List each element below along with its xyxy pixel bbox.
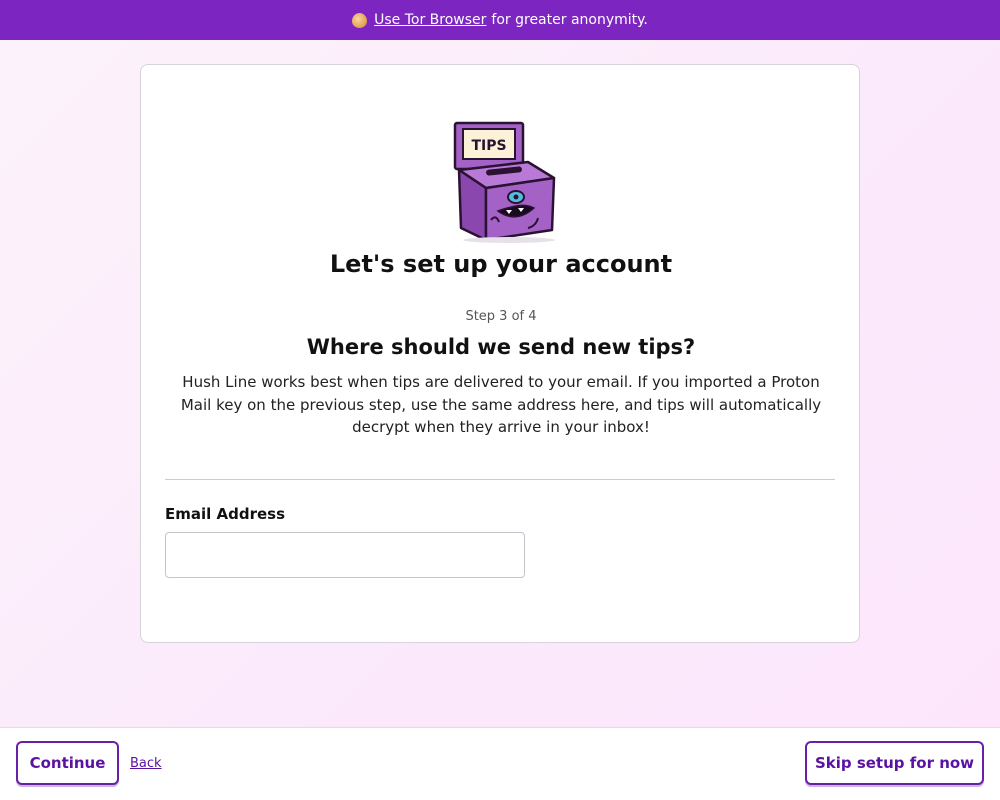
email-label: Email Address [165,505,286,523]
section-heading: Where should we send new tips? [306,335,696,359]
skip-setup-button[interactable]: Skip setup for now [805,741,984,785]
continue-button[interactable]: Continue [16,741,119,785]
footer-bar: Continue Back Skip setup for now [0,727,1000,800]
page-title: Let's set up your account [329,250,673,278]
step-indicator: Step 3 of 4 [465,309,537,324]
onion-icon [352,12,368,28]
email-field[interactable] [165,532,525,578]
setup-card: TIPS Let's set up your account Step 3 of… [140,64,860,643]
divider [165,479,835,480]
tor-browser-link[interactable]: Use Tor Browser [374,12,486,28]
tips-box-mascot-icon: TIPS [453,121,556,243]
description-text: Hush Line works best when tips are deliv… [180,373,822,436]
back-link[interactable]: Back [130,756,162,771]
mascot-tips-text: TIPS [471,138,506,154]
banner-text: for greater anonymity. [491,12,648,28]
tor-banner: Use Tor Browser for greater anonymity. [0,0,1000,40]
